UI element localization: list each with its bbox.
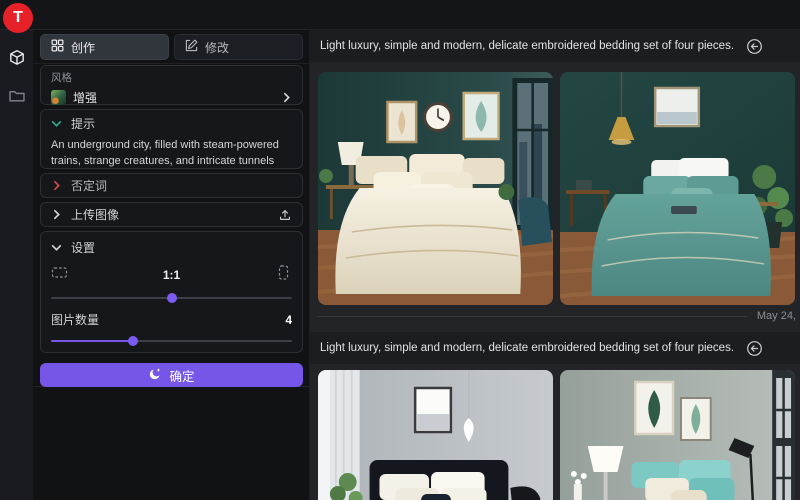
edit-icon: [185, 39, 198, 55]
prompt-label: 提示: [71, 115, 95, 132]
moon-icon: [148, 367, 162, 384]
bedroom-scene-teal: [560, 72, 795, 305]
date-divider: May 24,: [318, 308, 796, 324]
gallery: Light luxury, simple and modern, delicat…: [310, 30, 800, 500]
style-thumbnail: [51, 90, 66, 105]
negative-prompt-section[interactable]: 否定词: [40, 173, 303, 198]
confirm-label: 确定: [169, 366, 194, 385]
settings-label: 设置: [71, 239, 95, 256]
chevron-down-icon: [51, 118, 62, 129]
image-count-slider[interactable]: [51, 334, 292, 348]
app-window: T: [0, 0, 800, 500]
image-count-label: 图片数量: [51, 311, 99, 328]
tab-create-label: 创作: [71, 39, 95, 56]
upload-image-label: 上传图像: [71, 206, 119, 223]
settings-section: 设置 1:1 图片数量 4: [40, 231, 303, 353]
generated-image-3[interactable]: [318, 370, 553, 500]
prompt-section: 提示 An underground city, filled with stea…: [40, 109, 303, 169]
top-header: [0, 0, 800, 30]
slider-handle[interactable]: [128, 336, 138, 346]
settings-header[interactable]: 设置: [51, 239, 292, 256]
bedroom-scene-white-navy: [318, 370, 553, 500]
chevron-right-icon: [51, 209, 62, 220]
confirm-button[interactable]: 确定: [40, 363, 303, 387]
generated-image-4[interactable]: [560, 370, 795, 500]
gallery-prompt-row: Light luxury, simple and modern, delicat…: [310, 332, 800, 364]
prompt-header[interactable]: 提示: [51, 115, 292, 132]
generated-image-1[interactable]: [318, 72, 553, 305]
tab-modify-label: 修改: [205, 39, 229, 56]
aspect-ratio-value: 1:1: [68, 268, 275, 282]
gallery-prompt-text: Light luxury, simple and modern, delicat…: [320, 40, 734, 52]
reuse-prompt-icon[interactable]: [746, 340, 763, 357]
gallery-prompt-text: Light luxury, simple and modern, delicat…: [320, 342, 734, 354]
chevron-right-icon: [281, 92, 292, 103]
avatar[interactable]: T: [3, 3, 33, 33]
bedroom-scene-aqua: [560, 370, 795, 500]
style-value: 增强: [73, 89, 97, 106]
folder-icon: [8, 87, 26, 110]
cube-icon: [8, 49, 26, 72]
tab-create[interactable]: 创作: [40, 34, 169, 60]
control-panel: 创作 修改 风格 增强: [33, 30, 310, 500]
gallery-prompt-row: Light luxury, simple and modern, delicat…: [310, 30, 800, 62]
generated-image-2[interactable]: [560, 72, 795, 305]
upload-image-section[interactable]: 上传图像: [40, 202, 303, 227]
reuse-prompt-icon[interactable]: [746, 38, 763, 55]
negative-prompt-label: 否定词: [71, 177, 107, 194]
mode-tabs: 创作 修改: [40, 34, 303, 60]
bedroom-scene-cream: [318, 72, 553, 305]
chevron-down-icon: [51, 242, 62, 253]
style-section[interactable]: 风格 增强: [40, 65, 303, 105]
portrait-ratio-icon[interactable]: [275, 265, 292, 285]
date-label: May 24,: [757, 310, 796, 322]
style-label: 风格: [51, 70, 292, 85]
tabs-divider: [33, 63, 310, 64]
sidebar-item-models[interactable]: [0, 45, 33, 75]
landscape-ratio-icon[interactable]: [51, 265, 68, 285]
grid-icon: [51, 39, 64, 55]
avatar-letter: T: [13, 9, 23, 27]
sidebar-item-files[interactable]: [0, 83, 33, 113]
upload-icon[interactable]: [278, 208, 292, 222]
image-count-value: 4: [285, 313, 292, 327]
chevron-right-icon: [51, 180, 62, 191]
aspect-ratio-slider[interactable]: [51, 291, 292, 305]
tab-modify[interactable]: 修改: [174, 34, 303, 60]
icon-rail: [0, 30, 33, 500]
slider-handle[interactable]: [167, 293, 177, 303]
